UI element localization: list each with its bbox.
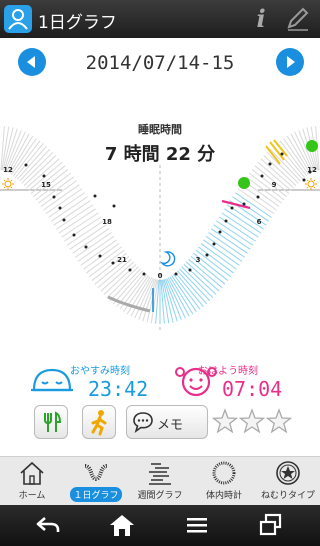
sleep-time-label: 睡眠時間 bbox=[138, 123, 182, 136]
next-day-button[interactable] bbox=[276, 48, 304, 76]
tab-label: １日グラフ bbox=[70, 487, 122, 502]
date-label: 2014/07/14-15 bbox=[85, 52, 235, 74]
hour-label: 15 bbox=[41, 181, 51, 189]
ribbon-segment bbox=[200, 243, 237, 270]
previous-day-button[interactable] bbox=[18, 48, 46, 76]
speech-bubble-icon bbox=[133, 412, 153, 433]
ribbon-segment bbox=[251, 169, 287, 198]
day-graph-icon bbox=[84, 464, 108, 482]
tab-label: ねむりタイプ bbox=[260, 491, 315, 501]
hour-label: 21 bbox=[117, 256, 127, 264]
event-marker bbox=[238, 177, 250, 189]
hour-label: 6 bbox=[257, 218, 262, 226]
ribbon-segment bbox=[248, 172, 285, 201]
hour-label: 12 bbox=[307, 166, 317, 174]
event-marker bbox=[306, 140, 318, 152]
ribbon-segment bbox=[134, 278, 154, 319]
tab-home[interactable]: ホーム bbox=[0, 457, 64, 505]
hour-label: 12 bbox=[3, 166, 13, 174]
ribbon-segment bbox=[195, 249, 232, 278]
rating-star-2[interactable] bbox=[239, 408, 265, 434]
hour-label: 18 bbox=[102, 218, 112, 226]
menu-icon[interactable] bbox=[182, 512, 212, 538]
edit-icon[interactable] bbox=[284, 6, 310, 32]
recent-apps-icon[interactable] bbox=[256, 512, 286, 538]
hour-label: 9 bbox=[272, 181, 277, 189]
system-navigation-bar bbox=[0, 505, 320, 546]
app-title: 1日グラフ bbox=[38, 13, 117, 33]
date-navigation: 2014/07/14-15 bbox=[0, 44, 320, 80]
bedtime-label: おやすみ時刻 bbox=[70, 366, 130, 377]
bedtime-value: 23:42 bbox=[88, 377, 149, 401]
tab-bar: ホーム １日グラフ 週間グラフ 体内時計 ねむりタイプ bbox=[0, 456, 320, 505]
fork-knife-icon bbox=[44, 411, 62, 432]
sun-icon bbox=[305, 178, 317, 190]
ribbon-segment bbox=[166, 278, 186, 319]
memo-label: メモ bbox=[157, 418, 184, 433]
info-icon[interactable]: i bbox=[251, 4, 271, 34]
wakeup-marker bbox=[221, 199, 251, 210]
tab-day-graph[interactable]: １日グラフ bbox=[64, 457, 128, 505]
sleep-type-icon bbox=[276, 461, 300, 485]
sleep-duration: 7 時間 22 分 bbox=[104, 144, 216, 165]
sleeping-face-icon bbox=[31, 368, 73, 392]
exercise-button[interactable] bbox=[82, 405, 116, 439]
meal-button[interactable] bbox=[34, 405, 68, 439]
memo-button[interactable]: メモ bbox=[126, 405, 208, 439]
tab-label: ホーム bbox=[18, 491, 46, 501]
home-icon bbox=[20, 461, 44, 485]
weekly-graph-icon bbox=[149, 463, 171, 485]
running-icon bbox=[91, 410, 107, 436]
app-logo-icon bbox=[4, 5, 32, 33]
ribbon-segment bbox=[198, 246, 234, 274]
hour-label: 3 bbox=[196, 256, 201, 264]
tab-label: 体内時計 bbox=[205, 491, 242, 501]
rating-star-1[interactable] bbox=[212, 408, 238, 434]
body-clock-icon bbox=[212, 461, 236, 485]
home-nav-icon[interactable] bbox=[107, 512, 137, 538]
tab-weekly-graph[interactable]: 週間グラフ bbox=[128, 457, 192, 505]
wakeup-value: 07:04 bbox=[222, 377, 283, 401]
moon-icon bbox=[160, 251, 176, 267]
back-icon[interactable] bbox=[33, 512, 63, 538]
hour-label: 0 bbox=[158, 272, 163, 280]
bedtime-block: おやすみ時刻 23:42 bbox=[30, 360, 170, 401]
tab-sleep-type[interactable]: ねむりタイプ bbox=[256, 457, 320, 505]
rating-star-3[interactable] bbox=[266, 408, 292, 434]
wakeup-label: おはよう時刻 bbox=[198, 366, 258, 377]
app-bar: 1日グラフ i bbox=[0, 0, 320, 38]
wakeup-block: おはよう時刻 07:04 bbox=[174, 360, 314, 401]
tab-body-clock[interactable]: 体内時計 bbox=[192, 457, 256, 505]
tab-label: 週間グラフ bbox=[137, 491, 183, 501]
sun-icon bbox=[2, 178, 14, 190]
